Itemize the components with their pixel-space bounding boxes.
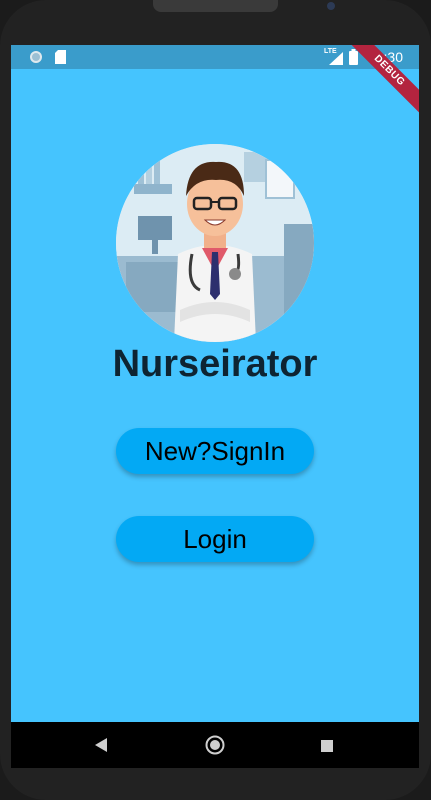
app-screen: LTE 11:30 DEBUG <box>11 45 419 722</box>
phone-frame: LTE 11:30 DEBUG <box>0 0 431 800</box>
sync-icon <box>29 50 43 69</box>
signal-icon <box>329 52 343 70</box>
home-icon[interactable] <box>205 735 225 760</box>
earpiece <box>153 0 278 12</box>
app-title: Nurseirator <box>112 343 318 385</box>
battery-icon <box>349 49 358 70</box>
system-navigation-bar <box>11 722 419 768</box>
recents-icon[interactable] <box>321 739 333 757</box>
new-signin-button[interactable]: New?SignIn <box>116 428 314 474</box>
sd-card-icon <box>55 50 66 69</box>
status-bar: LTE 11:30 DEBUG <box>11 45 419 120</box>
front-camera <box>327 2 335 10</box>
doctor-avatar-icon <box>116 144 314 342</box>
login-button[interactable]: Login <box>116 516 314 562</box>
back-icon[interactable] <box>95 738 107 757</box>
